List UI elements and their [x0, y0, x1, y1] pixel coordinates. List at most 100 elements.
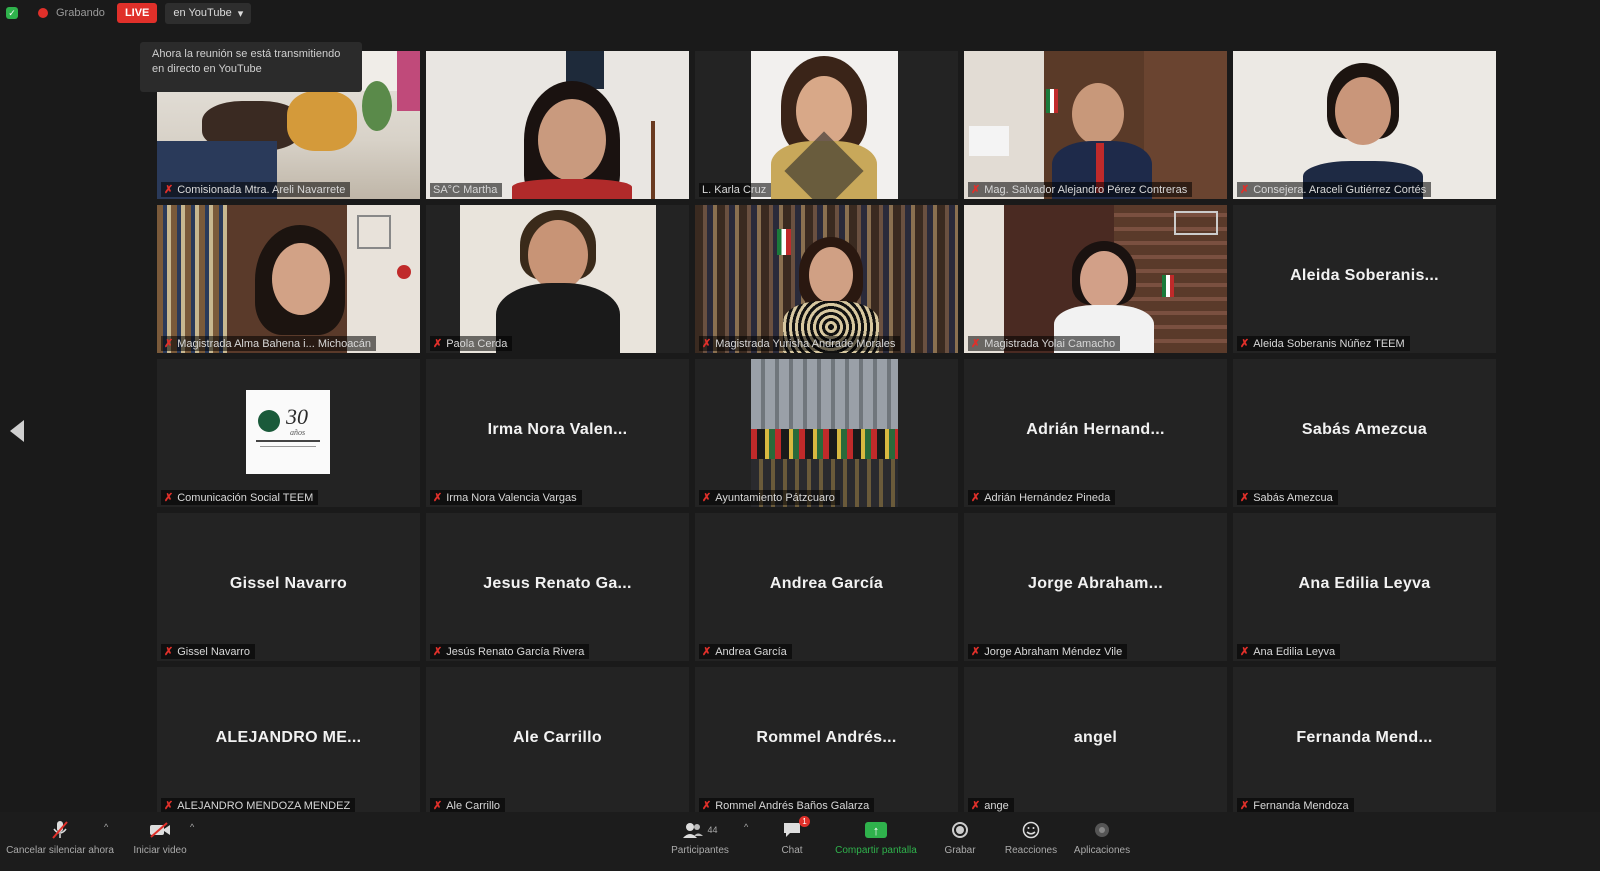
- participant-display-name: ALEJANDRO ME...: [215, 729, 362, 746]
- participant-label: ✗ Comunicación Social TEEM: [161, 490, 319, 505]
- participant-name: Comunicación Social TEEM: [177, 491, 314, 504]
- participant-tile[interactable]: Ana Edilia Leyva ✗ Ana Edilia Leyva: [1233, 513, 1496, 661]
- participant-tile[interactable]: ✗ Magistrada Alma Bahena i... Michoacán: [157, 205, 420, 353]
- participant-label: ✗ Adrián Hernández Pineda: [968, 490, 1116, 505]
- participant-tile[interactable]: Irma Nora Valen... ✗ Irma Nora Valencia V…: [426, 359, 689, 507]
- video-feed: [695, 205, 958, 353]
- record-icon: [952, 822, 968, 838]
- mic-muted-icon: ✗: [1240, 646, 1250, 658]
- participant-display-name: Gissel Navarro: [229, 575, 348, 592]
- participant-name: Irma Nora Valencia Vargas: [446, 491, 577, 504]
- participant-label: ✗ ange: [968, 798, 1014, 813]
- video-feed: [751, 359, 898, 507]
- participant-label: L. Karla Cruz: [699, 183, 772, 197]
- participant-tile[interactable]: Rommel Andrés... ✗ Rommel Andrés Baños Ga…: [695, 667, 958, 815]
- participant-display-name: Rommel Andrés...: [756, 729, 897, 746]
- previous-page-arrow-icon[interactable]: [10, 420, 24, 442]
- mic-muted-icon: ✗: [164, 492, 174, 504]
- participant-tile[interactable]: Aleida Soberanis... ✗ Aleida Soberanis Nú…: [1233, 205, 1496, 353]
- participant-display-name: Irma Nora Valen...: [487, 421, 628, 438]
- participant-tile[interactable]: Jorge Abraham... ✗ Jorge Abraham Méndez V…: [964, 513, 1227, 661]
- participant-display-name: Fernanda Mend...: [1296, 729, 1433, 746]
- live-badge[interactable]: LIVE: [116, 3, 158, 23]
- participant-name: Gissel Navarro: [177, 645, 250, 658]
- participant-tile[interactable]: 30 años ✗ Comunicación Social TEEM: [157, 359, 420, 507]
- participant-display-name: Jorge Abraham...: [1028, 575, 1163, 592]
- participant-tile[interactable]: ✗ Magistrada Yolai Camacho: [964, 205, 1227, 353]
- apps-icon: [1093, 818, 1111, 842]
- participant-name: Comisionada Mtra. Areli Navarrete: [177, 183, 346, 196]
- video-feed: [1233, 51, 1496, 199]
- participant-label: ✗ Ale Carrillo: [430, 798, 506, 813]
- participant-name: Aleida Soberanis Núñez TEEM: [1253, 337, 1405, 350]
- mic-muted-icon: ✗: [971, 800, 981, 812]
- participant-name: Magistrada Yurisha Andrade Morales: [715, 337, 896, 350]
- participant-label: ✗ Andrea García: [699, 644, 792, 659]
- mic-muted-icon: ✗: [702, 800, 712, 812]
- participant-name: Paola Cerda: [446, 337, 508, 350]
- participant-tile[interactable]: ✗ Mag. Salvador Alejandro Pérez Contreras: [964, 51, 1227, 199]
- smiley-icon: [1022, 818, 1040, 842]
- chat-label: Chat: [781, 845, 803, 856]
- mic-muted-icon: ✗: [971, 646, 981, 658]
- apps-button[interactable]: Aplicaciones: [1042, 812, 1162, 856]
- participant-name: Fernanda Mendoza: [1253, 799, 1349, 812]
- participant-label: ✗ Sabás Amezcua: [1237, 490, 1338, 505]
- participant-tile[interactable]: Ale Carrillo ✗ Ale Carrillo: [426, 667, 689, 815]
- video-feed: [964, 205, 1227, 353]
- participant-name: Ayuntamiento Pátzcuaro: [715, 491, 835, 504]
- participant-label: ✗ Magistrada Yurisha Andrade Morales: [699, 336, 901, 351]
- logo-subtitle: años: [290, 428, 306, 437]
- participant-label: ✗ Aleida Soberanis Núñez TEEM: [1237, 336, 1410, 351]
- participant-tile-active-speaker[interactable]: SA°C Martha: [426, 51, 689, 199]
- shield-icon[interactable]: ✓: [6, 7, 18, 19]
- participant-label: ✗ Fernanda Mendoza: [1237, 798, 1354, 813]
- participant-name: Rommel Andrés Baños Galarza: [715, 799, 870, 812]
- participant-name: ange: [984, 799, 1009, 812]
- participant-name: Mag. Salvador Alejandro Pérez Contreras: [984, 183, 1188, 196]
- stream-target-dropdown[interactable]: en YouTube ▾: [165, 2, 252, 24]
- participant-display-name: Adrián Hernand...: [1026, 421, 1165, 438]
- participant-tile[interactable]: Adrián Hernand... ✗ Adrián Hernández Pine…: [964, 359, 1227, 507]
- microphone-muted-icon: [51, 818, 69, 842]
- participant-tile[interactable]: Fernanda Mend... ✗ Fernanda Mendoza: [1233, 667, 1496, 815]
- participant-name: Ana Edilia Leyva: [1253, 645, 1336, 658]
- participant-display-name: angel: [1073, 729, 1118, 746]
- mic-muted-icon: ✗: [1240, 800, 1250, 812]
- participant-tile[interactable]: Andrea García ✗ Andrea García: [695, 513, 958, 661]
- stream-target-label: en YouTube: [173, 7, 232, 19]
- participant-tile[interactable]: ✗ Paola Cerda: [426, 205, 689, 353]
- participant-name: Jesús Renato García Rivera: [446, 645, 585, 658]
- video-off-icon: [149, 818, 171, 842]
- participant-name: Consejera. Araceli Gutiérrez Cortés: [1253, 183, 1427, 196]
- participant-tile[interactable]: ✗ Consejera. Araceli Gutiérrez Cortés: [1233, 51, 1496, 199]
- teem-logo: 30 años: [246, 390, 330, 474]
- gallery-grid: ✗ Comisionada Mtra. Areli Navarrete SA°C …: [157, 51, 1496, 815]
- mic-muted-icon: ✗: [1240, 338, 1250, 350]
- participant-label: ✗ Consejera. Araceli Gutiérrez Cortés: [1237, 182, 1432, 197]
- participant-tile[interactable]: ✗ Magistrada Yurisha Andrade Morales: [695, 205, 958, 353]
- participant-label: ✗ Jesús Renato García Rivera: [430, 644, 590, 659]
- chevron-down-icon: ▾: [237, 7, 244, 20]
- participant-name: ALEJANDRO MENDOZA MENDEZ: [177, 799, 351, 812]
- participant-display-name: Ale Carrillo: [513, 729, 602, 746]
- participant-tile[interactable]: L. Karla Cruz: [695, 51, 958, 199]
- mic-muted-icon: ✗: [433, 492, 443, 504]
- participant-label: ✗ Irma Nora Valencia Vargas: [430, 490, 582, 505]
- participant-tile[interactable]: Sabás Amezcua ✗ Sabás Amezcua: [1233, 359, 1496, 507]
- participant-tile[interactable]: angel ✗ ange: [964, 667, 1227, 815]
- participant-tile[interactable]: ALEJANDRO ME... ✗ ALEJANDRO MENDOZA MENDE…: [157, 667, 420, 815]
- apps-label: Aplicaciones: [1073, 845, 1131, 856]
- video-options-caret-icon[interactable]: ^: [190, 822, 194, 832]
- participant-display-name: Aleida Soberanis...: [1290, 267, 1439, 284]
- participant-tile[interactable]: Jesus Renato Ga... ✗ Jesús Renato García …: [426, 513, 689, 661]
- chat-unread-badge: 1: [799, 816, 810, 827]
- participant-name: Magistrada Alma Bahena i... Michoacán: [177, 337, 372, 350]
- participant-name: Adrián Hernández Pineda: [984, 491, 1111, 504]
- participant-tile[interactable]: ✗ Ayuntamiento Pátzcuaro: [695, 359, 958, 507]
- participant-tile[interactable]: Gissel Navarro ✗ Gissel Navarro: [157, 513, 420, 661]
- participant-label: ✗ Ayuntamiento Pátzcuaro: [699, 490, 840, 505]
- start-video-button[interactable]: Iniciar video: [100, 812, 220, 856]
- participant-label: ✗ Comisionada Mtra. Areli Navarrete: [161, 182, 351, 197]
- participant-label: ✗ ALEJANDRO MENDOZA MENDEZ: [161, 798, 356, 813]
